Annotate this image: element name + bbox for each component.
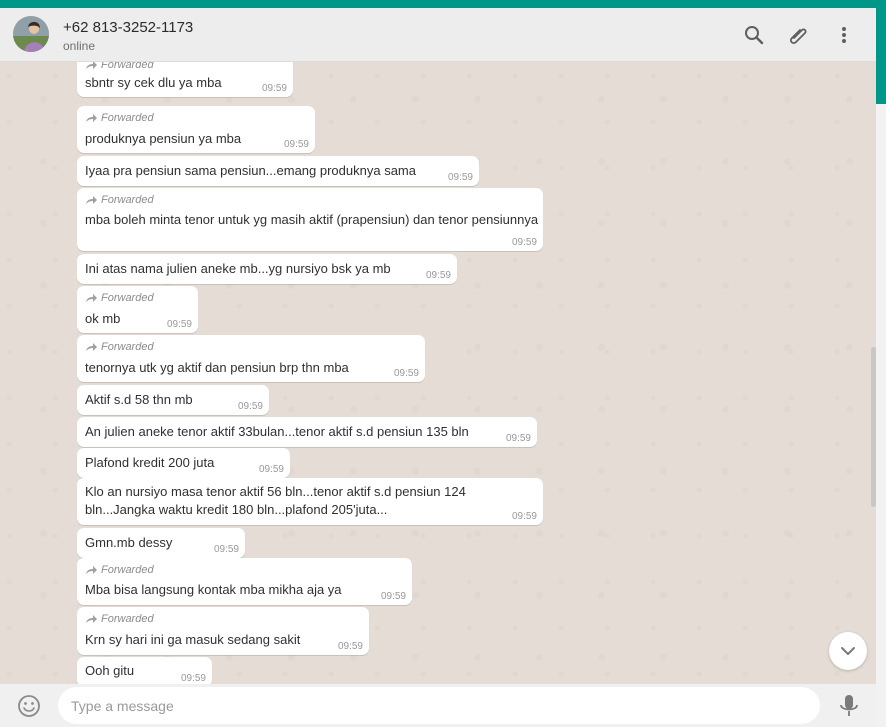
message-bubble[interactable]: Ini atas nama julien aneke mb...yg nursi… <box>77 254 457 284</box>
window-edge <box>876 8 886 727</box>
chat-header: +62 813-3252-1173 online <box>0 8 876 62</box>
search-icon[interactable] <box>742 23 766 47</box>
message-bubble[interactable]: Forwarded Krn sy hari ini ga masuk sedan… <box>77 607 369 655</box>
forwarded-label: Forwarded <box>85 194 154 206</box>
message-text: Ooh gitu <box>85 663 135 678</box>
message-time: 09:59 <box>283 139 309 150</box>
message-time: 09:59 <box>393 368 419 379</box>
message-bubble[interactable]: An julien aneke tenor aktif 33bulan...te… <box>77 417 537 447</box>
avatar-photo <box>13 16 49 52</box>
forwarded-label: Forwarded <box>85 62 154 71</box>
message-time: 09:59 <box>511 511 537 522</box>
message-text: Gmn.mb dessy <box>85 535 173 550</box>
message-bubble[interactable]: Forwarded tenornya utk yg aktif dan pens… <box>77 335 425 382</box>
forward-icon <box>86 566 97 574</box>
forwarded-label: Forwarded <box>85 564 154 576</box>
forwarded-label: Forwarded <box>85 292 154 304</box>
attach-icon[interactable] <box>787 23 811 47</box>
forwarded-text: Forwarded <box>101 341 154 353</box>
message-time: 09:59 <box>258 464 284 475</box>
forward-icon <box>86 343 97 351</box>
message-text: Klo an nursiyo masa tenor aktif 56 bln..… <box>85 484 466 517</box>
message-text: Aktif s.d 58 thn mb <box>85 392 193 407</box>
forwarded-text: Forwarded <box>101 62 154 71</box>
message-bubble[interactable]: Forwarded mba boleh minta tenor untuk yg… <box>77 188 543 251</box>
message-bubble[interactable]: Plafond kredit 200 juta 09:59 <box>77 448 290 478</box>
mic-icon[interactable] <box>837 693 861 719</box>
message-text: sbntr sy cek dlu ya mba <box>85 75 222 90</box>
message-text: Krn sy hari ini ga masuk sedang sakit <box>85 632 301 647</box>
window-edge-accent <box>876 8 886 104</box>
forwarded-text: Forwarded <box>101 194 154 206</box>
forward-icon <box>86 62 97 69</box>
message-time: 09:59 <box>213 544 239 555</box>
message-bubble[interactable]: Forwarded sbntr sy cek dlu ya mba 09:59 <box>77 62 293 97</box>
forward-icon <box>86 114 97 122</box>
message-text: mba boleh minta tenor untuk yg masih akt… <box>85 212 539 227</box>
forwarded-label: Forwarded <box>85 613 154 625</box>
message-time: 09:59 <box>261 83 287 94</box>
message-text: produknya pensiun ya mba <box>85 131 242 146</box>
message-bubble[interactable]: Klo an nursiyo masa tenor aktif 56 bln..… <box>77 478 543 525</box>
message-bubble[interactable]: Iyaa pra pensiun sama pensiun...emang pr… <box>77 156 479 186</box>
chat-window: +62 813-3252-1173 online Forwarded sbntr… <box>0 8 876 727</box>
message-bubble[interactable]: Forwarded ok mb 09:59 <box>77 286 198 333</box>
forward-icon <box>86 294 97 302</box>
message-time: 09:59 <box>425 270 451 281</box>
message-time: 09:59 <box>447 172 473 183</box>
chevron-down-icon <box>841 647 855 655</box>
message-list[interactable]: Forwarded sbntr sy cek dlu ya mba 09:59 … <box>0 62 876 684</box>
message-composer <box>0 684 876 727</box>
message-time: 09:59 <box>337 641 363 652</box>
message-bubble[interactable]: Forwarded Mba bisa langsung kontak mba m… <box>77 558 412 605</box>
avatar[interactable] <box>13 16 49 52</box>
message-input[interactable] <box>58 687 820 724</box>
message-text: Ini atas nama julien aneke mb...yg nursi… <box>85 261 391 276</box>
contact-status: online <box>63 39 96 53</box>
forwarded-label: Forwarded <box>85 341 154 353</box>
message-text: Mba bisa langsung kontak mba mikha aja y… <box>85 582 342 597</box>
forwarded-text: Forwarded <box>101 112 154 124</box>
top-accent-bar <box>0 0 886 8</box>
message-text: Plafond kredit 200 juta <box>85 455 215 470</box>
message-text: An julien aneke tenor aktif 33bulan...te… <box>85 424 469 439</box>
message-text: ok mb <box>85 311 121 326</box>
forward-icon <box>86 615 97 623</box>
forwarded-text: Forwarded <box>101 613 154 625</box>
forward-icon <box>86 196 97 204</box>
menu-icon[interactable] <box>832 23 856 47</box>
message-bubble[interactable]: Aktif s.d 58 thn mb 09:59 <box>77 385 269 415</box>
message-time: 09:59 <box>380 591 406 602</box>
message-time: 09:59 <box>180 673 206 684</box>
message-time: 09:59 <box>511 237 537 248</box>
message-bubble[interactable]: Forwarded produknya pensiun ya mba 09:59 <box>77 106 315 153</box>
message-text: Iyaa pra pensiun sama pensiun...emang pr… <box>85 163 416 178</box>
message-bubble[interactable]: Gmn.mb dessy 09:59 <box>77 528 245 558</box>
forwarded-label: Forwarded <box>85 112 154 124</box>
message-text: tenornya utk yg aktif dan pensiun brp th… <box>85 360 349 375</box>
scroll-to-bottom-button[interactable] <box>829 632 867 670</box>
emoji-icon[interactable] <box>16 693 42 719</box>
message-time: 09:59 <box>237 401 263 412</box>
message-time: 09:59 <box>505 433 531 444</box>
contact-name[interactable]: +62 813-3252-1173 <box>63 19 193 36</box>
message-time: 09:59 <box>166 319 192 330</box>
scrollbar-thumb[interactable] <box>871 347 876 507</box>
forwarded-text: Forwarded <box>101 564 154 576</box>
forwarded-text: Forwarded <box>101 292 154 304</box>
message-bubble[interactable]: Ooh gitu 09:59 <box>77 657 212 684</box>
